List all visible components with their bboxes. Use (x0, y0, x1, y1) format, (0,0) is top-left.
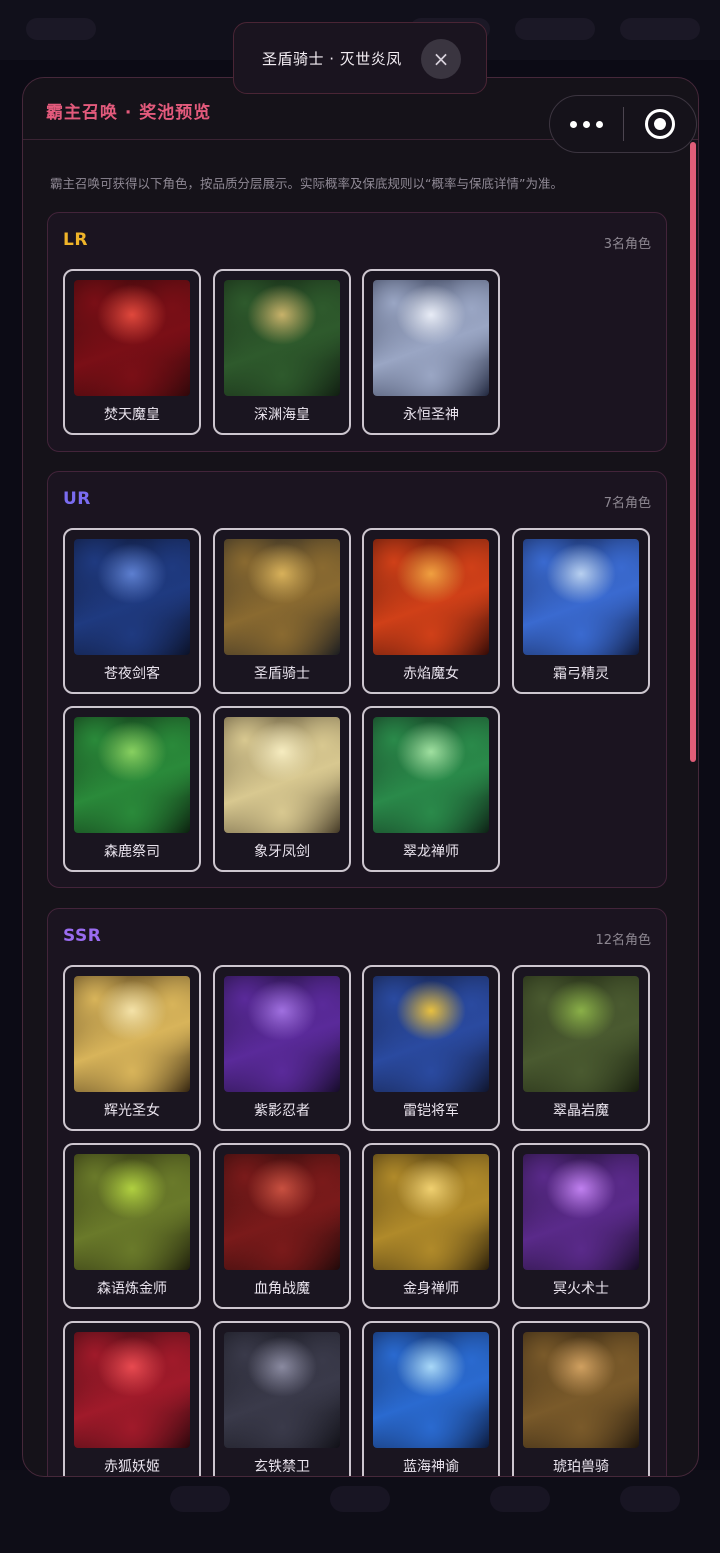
tier-count: 12名角色 (595, 933, 651, 948)
scrollbar[interactable] (690, 142, 696, 762)
character-portrait (224, 1332, 340, 1448)
character-name: 蓝海神谕 (403, 1459, 459, 1475)
character-portrait (373, 1332, 489, 1448)
character-card[interactable]: 赤狐妖姬 (63, 1321, 201, 1476)
character-card[interactable]: 金身禅师 (362, 1143, 500, 1309)
character-card[interactable]: 赤焰魔女 (362, 528, 500, 694)
character-portrait (523, 976, 639, 1092)
tier-label: UR (63, 489, 91, 509)
character-card[interactable]: 冥火术士 (512, 1143, 650, 1309)
tier-label: LR (63, 230, 88, 250)
character-portrait (74, 280, 190, 396)
character-portrait (373, 539, 489, 655)
character-name: 玄铁禁卫 (254, 1459, 310, 1475)
background-blob (490, 1486, 550, 1512)
background-blob (620, 1486, 680, 1512)
panel-title: 霸主召唤 · 奖池预览 (46, 103, 212, 123)
character-name: 圣盾骑士 (254, 666, 310, 682)
character-portrait (224, 539, 340, 655)
tier-label: SSR (63, 926, 102, 946)
miniprogram-capsule (549, 95, 697, 153)
character-card[interactable]: 翠龙禅师 (362, 706, 500, 872)
tier-section-ssr: SSR 12名角色 辉光圣女 紫影忍者 雷铠将军 翠晶岩魔森语炼金师 血角战魔 金身禅师 冥… (47, 908, 667, 1476)
background-blob (620, 18, 700, 40)
character-card[interactable]: 永恒圣神 (362, 269, 500, 435)
character-name: 赤焰魔女 (403, 666, 459, 682)
character-portrait (373, 280, 489, 396)
background-blob (26, 18, 96, 40)
character-name: 翠龙禅师 (403, 844, 459, 860)
background-tabbar (0, 1470, 720, 1553)
character-name: 焚天魔皇 (104, 407, 160, 423)
character-name: 森语炼金师 (97, 1281, 167, 1297)
character-name: 深渊海皇 (254, 407, 310, 423)
character-portrait (74, 539, 190, 655)
character-portrait (523, 539, 639, 655)
toast: 圣盾骑士 · 灭世炎凤 × (233, 22, 487, 94)
character-name: 苍夜剑客 (104, 666, 160, 682)
panel-intro: 霸主召唤可获得以下角色，按品质分层展示。实际概率及保底规则以“概率与保底详情”为… (50, 176, 563, 191)
character-portrait (74, 717, 190, 833)
character-name: 血角战魔 (254, 1281, 310, 1297)
character-name: 紫影忍者 (254, 1103, 310, 1119)
character-card[interactable]: 翠晶岩魔 (512, 965, 650, 1131)
capsule-divider (623, 107, 624, 141)
character-portrait (224, 717, 340, 833)
character-portrait (74, 1332, 190, 1448)
character-card[interactable]: 霜弓精灵 (512, 528, 650, 694)
character-name: 森鹿祭司 (104, 844, 160, 860)
character-portrait (523, 1154, 639, 1270)
character-name: 象牙凤剑 (254, 844, 310, 860)
character-card[interactable]: 血角战魔 (213, 1143, 351, 1309)
character-card[interactable]: 森语炼金师 (63, 1143, 201, 1309)
character-card[interactable]: 玄铁禁卫 (213, 1321, 351, 1476)
character-card[interactable]: 深渊海皇 (213, 269, 351, 435)
character-card[interactable]: 雷铠将军 (362, 965, 500, 1131)
pool-preview-panel: 霸主召唤 · 奖池预览 霸主召唤可获得以下角色，按品质分层展示。实际概率及保底规… (22, 77, 699, 1477)
character-card[interactable]: 蓝海神谕 (362, 1321, 500, 1476)
character-name: 金身禅师 (403, 1281, 459, 1297)
character-name: 赤狐妖姬 (104, 1459, 160, 1475)
character-name: 辉光圣女 (104, 1103, 160, 1119)
background-blob (515, 18, 595, 40)
character-name: 琥珀兽骑 (553, 1459, 609, 1475)
character-portrait (224, 280, 340, 396)
character-portrait (373, 976, 489, 1092)
character-card[interactable]: 紫影忍者 (213, 965, 351, 1131)
character-portrait (74, 976, 190, 1092)
character-name: 翠晶岩魔 (553, 1103, 609, 1119)
background-blob (170, 1486, 230, 1512)
character-portrait (224, 976, 340, 1092)
character-card[interactable]: 焚天魔皇 (63, 269, 201, 435)
background-blob (330, 1486, 390, 1512)
character-card[interactable]: 苍夜剑客 (63, 528, 201, 694)
character-name: 永恒圣神 (403, 407, 459, 423)
tier-count: 3名角色 (603, 237, 651, 252)
character-name: 冥火术士 (553, 1281, 609, 1297)
character-card[interactable]: 象牙凤剑 (213, 706, 351, 872)
character-card[interactable]: 辉光圣女 (63, 965, 201, 1131)
tier-section-lr: LR 3名角色 焚天魔皇 深渊海皇 永恒圣神 (47, 212, 667, 452)
character-portrait (373, 717, 489, 833)
character-card[interactable]: 琥珀兽骑 (512, 1321, 650, 1476)
tier-count: 7名角色 (603, 496, 651, 511)
character-name: 雷铠将军 (403, 1103, 459, 1119)
close-icon[interactable]: × (421, 39, 461, 79)
character-portrait (373, 1154, 489, 1270)
target-circle-icon[interactable] (645, 109, 675, 139)
character-card[interactable]: 圣盾骑士 (213, 528, 351, 694)
more-dots-icon[interactable] (568, 112, 608, 136)
character-card[interactable]: 森鹿祭司 (63, 706, 201, 872)
character-name: 霜弓精灵 (553, 666, 609, 682)
toast-text: 圣盾骑士 · 灭世炎凤 (262, 50, 402, 68)
character-portrait (224, 1154, 340, 1270)
character-portrait (74, 1154, 190, 1270)
character-portrait (523, 1332, 639, 1448)
tier-section-ur: UR 7名角色 苍夜剑客 圣盾骑士 赤焰魔女 霜弓精灵森鹿祭司 象牙凤剑 翠龙禅师 (47, 471, 667, 888)
